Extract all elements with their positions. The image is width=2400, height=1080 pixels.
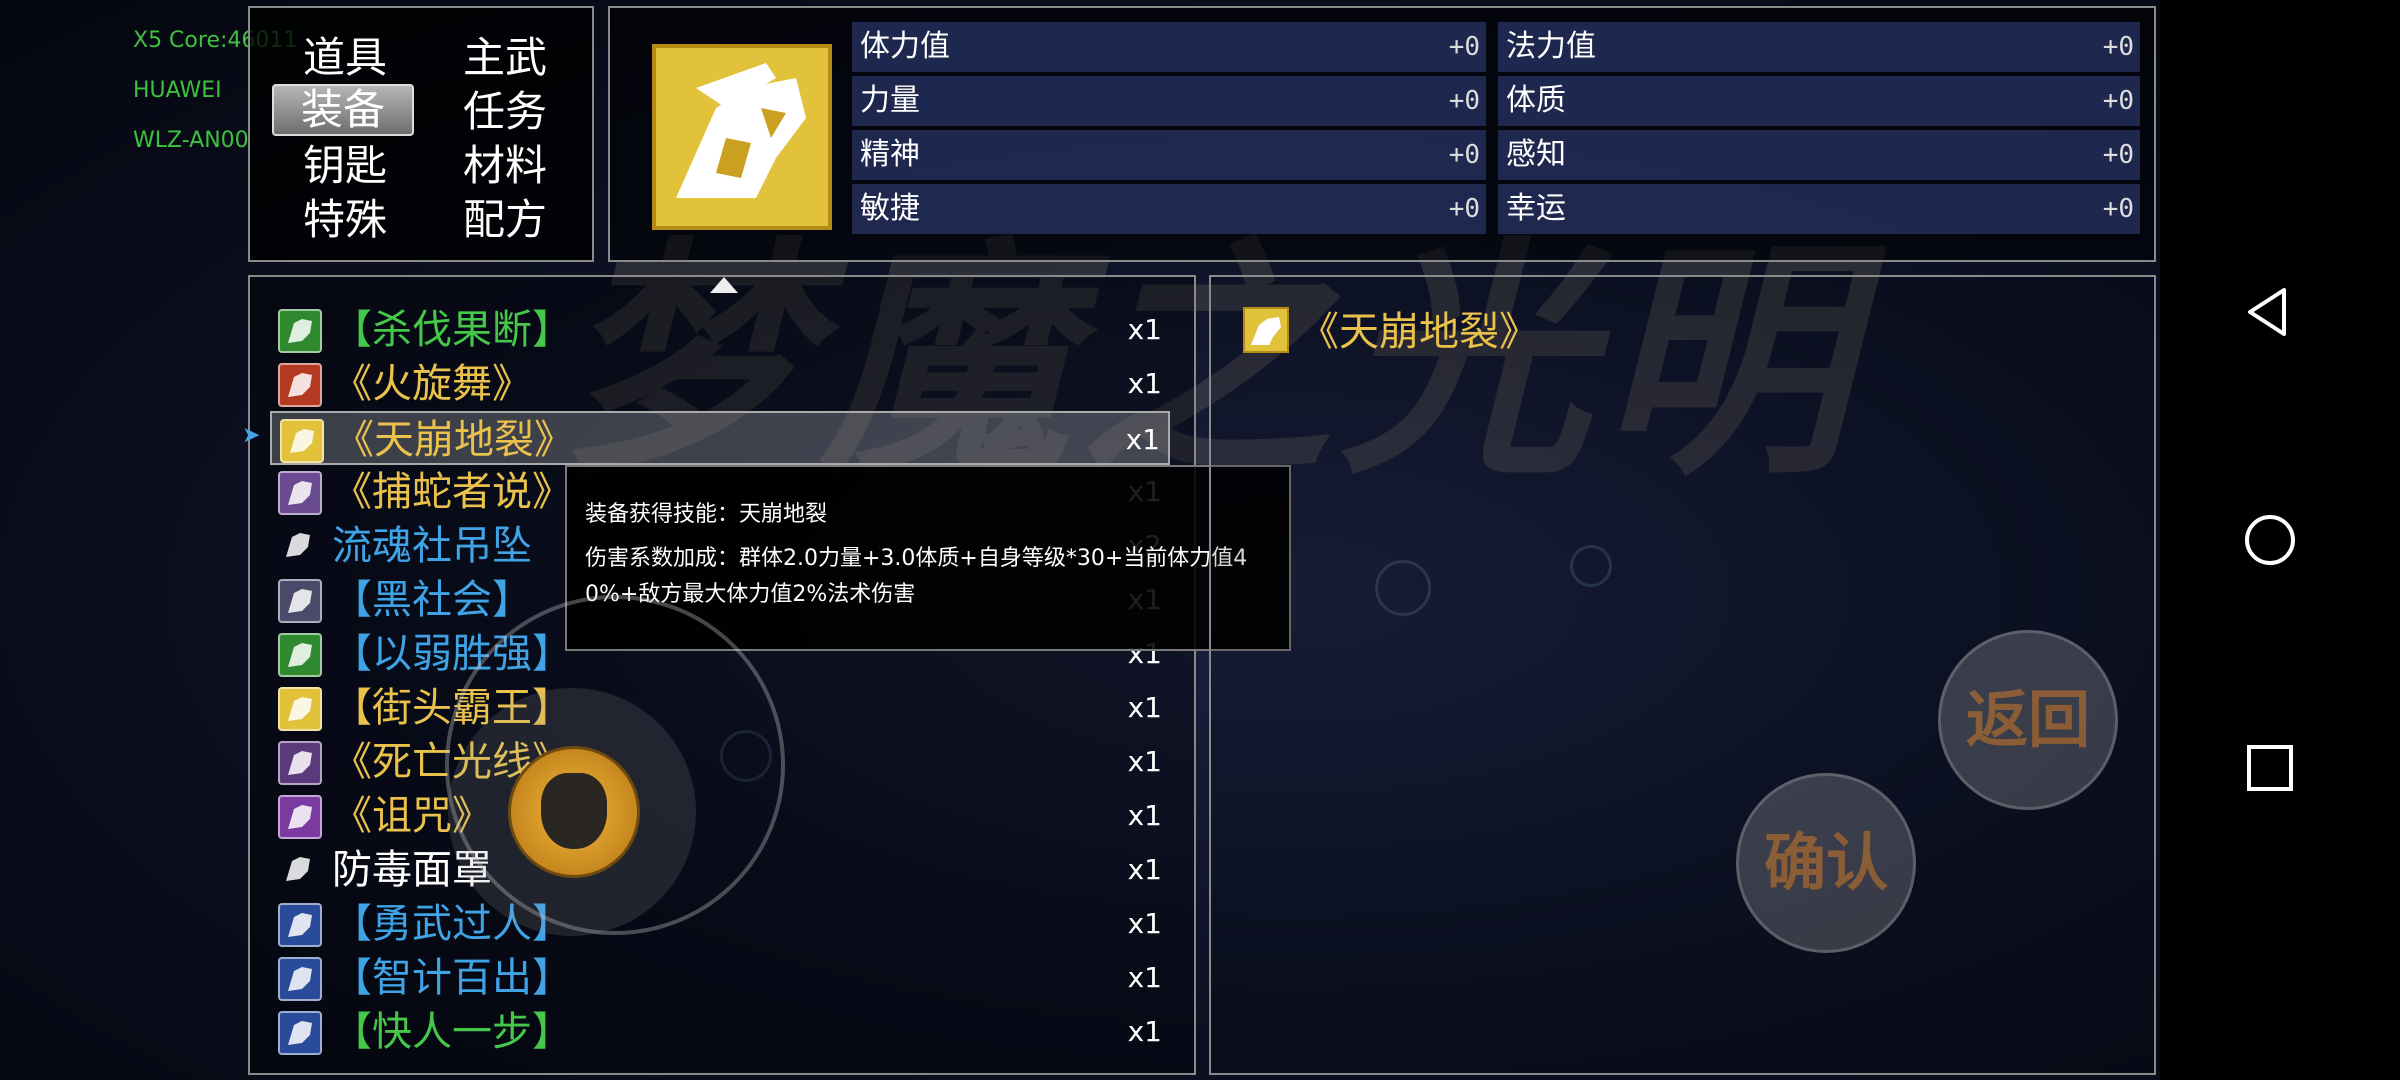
tooltip-damage-line: 伤害系数加成：群体2.0力量+3.0体质+自身等级*30+当前体力值4 0%+敌…	[585, 546, 1248, 607]
item-name: 《天崩地裂》	[334, 417, 574, 463]
biohazard-icon	[278, 957, 322, 1001]
item-row[interactable]: 【杀伐果断】 x1	[270, 303, 1170, 357]
crescent-icon	[278, 741, 322, 785]
joystick-knob[interactable]	[508, 746, 640, 878]
item-row[interactable]: 《火旋舞》 x1	[270, 357, 1170, 411]
debug-device-brand: HUAWEI	[133, 78, 222, 103]
scroll-up-arrow-icon[interactable]	[710, 277, 738, 293]
fire-icon	[278, 363, 322, 407]
category-tab-equipment[interactable]: 装备	[272, 84, 414, 136]
recents-square-icon[interactable]	[2240, 738, 2300, 802]
item-count: x1	[1127, 1015, 1162, 1048]
category-tab-quest[interactable]: 任务	[434, 86, 576, 138]
item-count: x1	[1125, 423, 1160, 456]
item-row[interactable]: 《天崩地裂》 x1	[270, 411, 1170, 465]
category-menu: 道具 主武 装备 任务 钥匙 材料 特殊 配方	[248, 6, 594, 262]
stat-constitution: 体质 +0	[1498, 76, 2140, 126]
item-count: x1	[1127, 691, 1162, 724]
bow-icon	[278, 903, 322, 947]
back-triangle-icon[interactable]	[2240, 282, 2300, 346]
sun-icon	[278, 1011, 322, 1055]
wings-icon	[278, 309, 322, 353]
category-tab-special[interactable]: 特殊	[274, 194, 416, 246]
fist-icon	[278, 687, 322, 731]
confirm-button[interactable]: 确认	[1736, 773, 1916, 953]
stat-mp: 法力值 +0	[1498, 22, 2140, 72]
category-tab-keys[interactable]: 钥匙	[274, 140, 416, 192]
category-tab-main-weapon[interactable]: 主武	[434, 32, 576, 84]
system-navigation-bar	[2160, 0, 2400, 1080]
stat-agility: 敏捷 +0	[852, 184, 1486, 234]
home-circle-icon[interactable]	[2240, 510, 2300, 574]
stat-luck: 幸运 +0	[1498, 184, 2140, 234]
snake-icon	[278, 471, 322, 515]
item-name: 【快人一步】	[332, 1009, 572, 1055]
earthquake-icon	[280, 419, 324, 463]
skull-icon	[278, 795, 322, 839]
item-row[interactable]: 【智计百出】 x1	[270, 951, 1170, 1005]
stat-strength: 力量 +0	[852, 76, 1486, 126]
stat-spirit: 精神 +0	[852, 130, 1486, 180]
item-name: 《捕蛇者说》	[332, 469, 572, 515]
item-count: x1	[1127, 961, 1162, 994]
item-row[interactable]: 【勇武过人】 x1	[270, 897, 1170, 951]
detail-item-name: 《天崩地裂》	[1299, 309, 1539, 355]
category-tab-recipes[interactable]: 配方	[434, 194, 576, 246]
pendant-icon	[278, 525, 322, 569]
gas-mask-icon	[278, 849, 322, 893]
dagger-icon	[278, 579, 322, 623]
item-count: x1	[1127, 313, 1162, 346]
item-count: x1	[1127, 853, 1162, 886]
item-count: x1	[1127, 367, 1162, 400]
stats-panel: 体力值 +0 法力值 +0 力量 +0 体质 +0 精神 +0 感知 +0 敏捷 +0 幸运 +…	[608, 6, 2156, 262]
category-tab-props[interactable]: 道具	[274, 32, 416, 84]
item-name: 【黑社会】	[332, 577, 532, 623]
category-tab-materials[interactable]: 材料	[434, 140, 576, 192]
item-name: 流魂社吊坠	[332, 523, 532, 569]
game-screen: 梦魔之光明 X5 Core:46011 HUAWEI WLZ-AN00 道具 主…	[0, 0, 2160, 1080]
earthquake-icon	[1243, 307, 1289, 353]
item-name: 《火旋舞》	[332, 361, 532, 407]
warrior-helmet-icon	[541, 773, 607, 849]
item-count: x1	[1127, 799, 1162, 832]
shield-icon	[278, 633, 322, 677]
item-count: x1	[1127, 745, 1162, 778]
selection-cursor-icon: ➤	[242, 423, 261, 448]
earthquake-icon	[652, 44, 832, 230]
item-count: x1	[1127, 907, 1162, 940]
item-row[interactable]: 【快人一步】 x1	[270, 1005, 1170, 1059]
stat-perception: 感知 +0	[1498, 130, 2140, 180]
back-button[interactable]: 返回	[1938, 630, 2118, 810]
item-name: 【杀伐果断】	[332, 307, 572, 353]
stat-hp: 体力值 +0	[852, 22, 1486, 72]
tooltip-skill-line: 装备获得技能：天崩地裂	[585, 502, 828, 527]
debug-device-model: WLZ-AN00	[133, 128, 249, 153]
item-name: 【智计百出】	[332, 955, 572, 1001]
